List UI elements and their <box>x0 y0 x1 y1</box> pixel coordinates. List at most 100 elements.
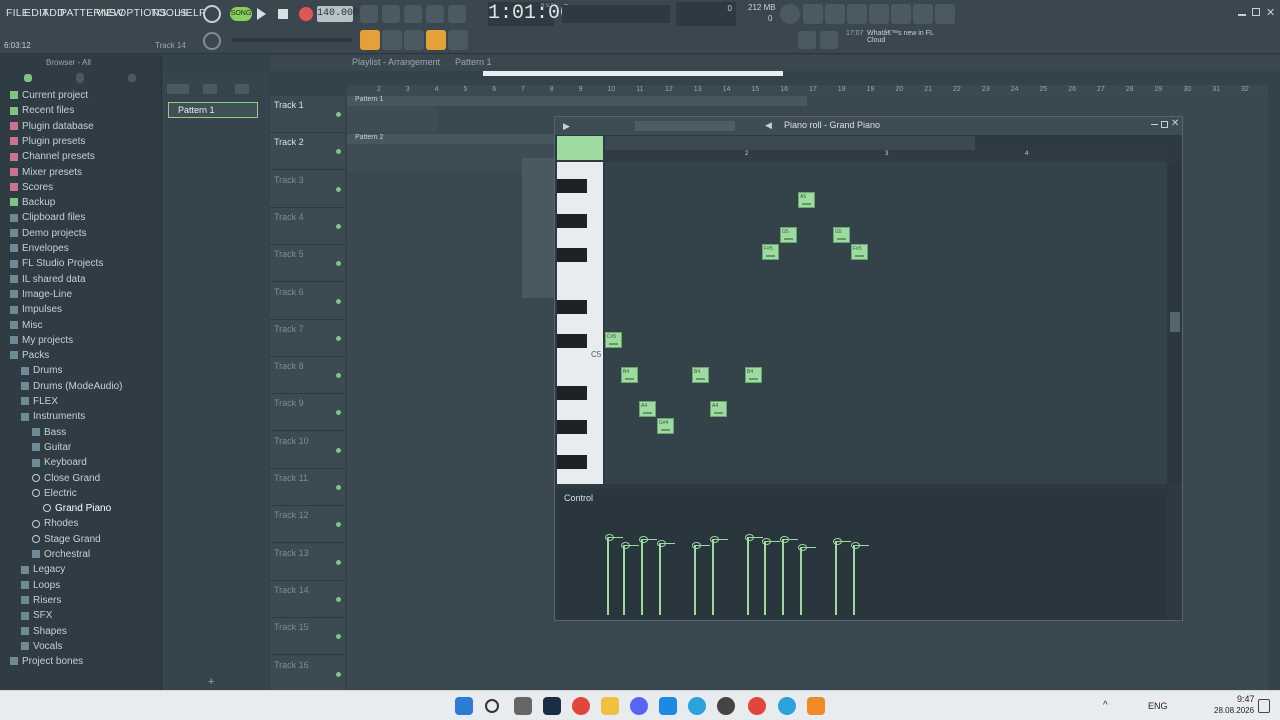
browser-item[interactable]: Image-Line <box>0 287 160 302</box>
browser-item[interactable]: Vocals <box>0 639 160 654</box>
browser-item[interactable]: Recent files <box>0 103 160 118</box>
browser-item[interactable]: Rhodes <box>0 516 160 531</box>
velocity-bar[interactable] <box>745 534 763 615</box>
browser-item[interactable]: Packs <box>0 348 160 363</box>
piano-roll-note[interactable]: C#5 <box>605 332 622 348</box>
velocity-bar[interactable] <box>851 542 869 615</box>
steam-icon[interactable] <box>543 697 561 715</box>
track-enable-led[interactable] <box>336 298 341 304</box>
piano-roll-icon[interactable] <box>404 30 424 50</box>
piano-roll-note[interactable]: A5 <box>798 192 815 208</box>
track-enable-led[interactable] <box>336 335 341 341</box>
piano-roll-note[interactable]: B4 <box>692 367 709 383</box>
track-enable-led[interactable] <box>336 671 341 677</box>
browser-item[interactable]: Plugin database <box>0 119 160 134</box>
track-header[interactable]: Track 16 <box>270 656 345 693</box>
browser-item[interactable]: Stage Grand <box>0 532 160 547</box>
track-enable-led[interactable] <box>336 186 341 192</box>
piano-roll-note[interactable]: F#5 <box>762 244 779 260</box>
explorer-icon[interactable] <box>601 697 619 715</box>
add-icon[interactable] <box>24 74 32 82</box>
piano-roll-ruler[interactable]: 2 3 4 <box>605 151 1167 161</box>
control-label[interactable]: Control <box>564 493 593 503</box>
black-key[interactable] <box>557 420 587 434</box>
track-header[interactable]: Track 9 <box>270 394 345 432</box>
velocity-bar[interactable] <box>621 542 639 615</box>
maximize-icon[interactable] <box>1252 8 1260 16</box>
step-sequencer-icon[interactable] <box>382 30 402 50</box>
black-key[interactable] <box>557 248 587 262</box>
track-enable-led[interactable] <box>336 485 341 490</box>
velocity-bar[interactable] <box>833 538 851 615</box>
piano-roll-overview[interactable] <box>605 136 975 150</box>
chrome-alt-icon[interactable] <box>748 697 766 715</box>
clip-pattern-1[interactable]: Pattern 1 <box>347 96 807 106</box>
track-enable-led[interactable] <box>336 522 341 528</box>
browser-item[interactable]: Grand Piano <box>0 501 160 516</box>
browser-item[interactable]: Drums (ModeAudio) <box>0 379 160 394</box>
app-icon[interactable] <box>659 697 677 715</box>
piano-roll-note[interactable]: F#5 <box>851 244 868 260</box>
countdown-icon[interactable] <box>404 5 422 23</box>
play-icon[interactable] <box>257 8 266 20</box>
velocity-bar[interactable] <box>657 540 675 615</box>
black-key[interactable] <box>557 455 587 469</box>
browser-item[interactable]: Envelopes <box>0 241 160 256</box>
pr-maximize-icon[interactable] <box>1161 121 1168 128</box>
browser-item[interactable]: Current project <box>0 88 160 103</box>
track-header[interactable]: Track 7 <box>270 320 345 357</box>
picker-pattern-icon[interactable] <box>167 84 189 94</box>
track-enable-led[interactable] <box>336 447 341 453</box>
browser-item[interactable]: FLEX <box>0 394 160 409</box>
cloud-icon[interactable] <box>798 31 816 49</box>
velocity-bar[interactable] <box>762 538 780 615</box>
chat-icon[interactable] <box>913 4 933 24</box>
track-enable-led[interactable] <box>336 596 341 602</box>
piano-roll-grid[interactable]: C#5 B4 A4 G#4 B4 A4 B4 F#5 G5 A5 G5 F#5 <box>605 162 1167 484</box>
browser-item[interactable]: Plugin presets <box>0 134 160 149</box>
track-enable-led[interactable] <box>336 373 341 379</box>
pr-close-icon[interactable]: ✕ <box>1171 118 1179 129</box>
browser-item[interactable]: My projects <box>0 333 160 348</box>
black-key[interactable] <box>557 300 587 314</box>
wait-input-icon[interactable] <box>382 5 400 23</box>
track-header[interactable]: Track 3 <box>270 171 345 208</box>
close-icon[interactable]: ✕ <box>1266 6 1275 19</box>
piano-roll-vscroll-thumb[interactable] <box>1170 312 1180 332</box>
browser-item[interactable]: SFX <box>0 608 160 623</box>
browser-item[interactable]: IL shared data <box>0 272 160 287</box>
track-header[interactable]: Track 5 <box>270 245 345 283</box>
telegram-icon[interactable] <box>688 697 706 715</box>
chatgpt-icon[interactable] <box>717 697 735 715</box>
speaker-icon[interactable]: ◀ <box>765 120 773 130</box>
link-icon[interactable] <box>426 30 446 50</box>
mixer-view-icon[interactable] <box>448 30 468 50</box>
discord-icon[interactable] <box>630 697 648 715</box>
piano-roll-tool-corner[interactable] <box>557 136 603 160</box>
chrome-icon[interactable] <box>572 697 590 715</box>
stop-icon[interactable] <box>278 9 288 19</box>
telegram-alt-icon[interactable] <box>778 697 796 715</box>
browser-item[interactable]: Shapes <box>0 624 160 639</box>
arrow-icon[interactable] <box>820 31 838 49</box>
track-header[interactable]: Track 8 <box>270 357 345 395</box>
microphone-icon[interactable] <box>825 4 845 24</box>
news-text[interactable]: Whatâ€™s new in FL Cloud <box>867 30 947 44</box>
tempo-display[interactable]: 140.000 <box>317 6 359 22</box>
clock-date[interactable]: 28.08.2026 <box>1214 706 1254 715</box>
browser-item[interactable]: Risers <box>0 593 160 608</box>
piano-roll-note[interactable]: B4 <box>745 367 762 383</box>
piano-roll-note[interactable]: B4 <box>621 367 638 383</box>
browser-item[interactable]: Legacy <box>0 562 160 577</box>
record-icon[interactable] <box>299 7 313 21</box>
browser-item[interactable]: Guitar <box>0 440 160 455</box>
track-header[interactable]: Track 13 <box>270 544 345 581</box>
play-arrow-icon[interactable]: ▶ <box>563 121 570 132</box>
velocity-pane[interactable]: Control <box>557 489 1167 619</box>
track-header[interactable]: Track 11 <box>270 469 345 506</box>
piano-roll-tools[interactable] <box>635 121 735 131</box>
browser-item[interactable]: Impulses <box>0 302 160 317</box>
clock-time[interactable]: 9:47 <box>1237 694 1255 704</box>
loop-record-icon[interactable] <box>448 5 466 23</box>
search-icon[interactable] <box>485 699 499 713</box>
